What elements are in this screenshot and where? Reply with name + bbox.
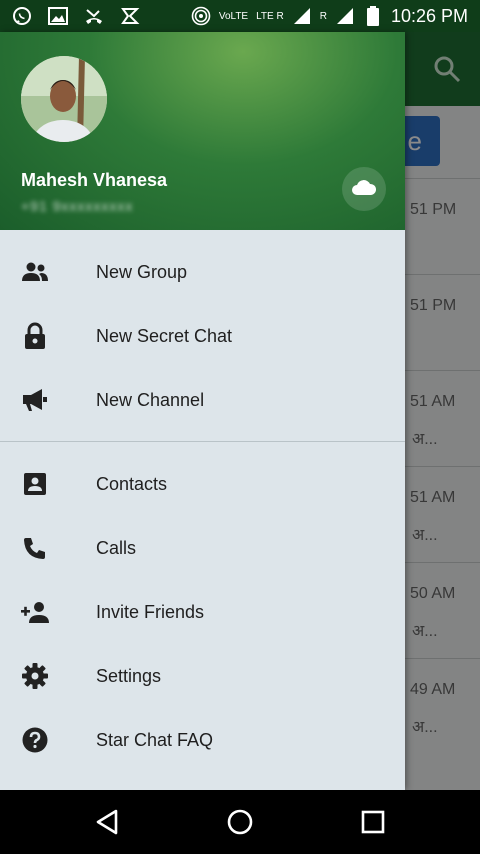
roaming-label: R [319,10,327,22]
status-bar: VoLTE LTE R R 10:26 PM [0,0,480,32]
menu-item-faq[interactable]: Star Chat FAQ [0,708,405,772]
lte-label: LTE R [256,10,284,22]
menu-item-new-secret-chat[interactable]: New Secret Chat [0,304,405,368]
menu-item-new-channel[interactable]: New Channel [0,368,405,432]
saved-messages-button[interactable] [342,167,386,211]
status-time: 10:26 PM [390,5,468,26]
missed-call-icon [84,6,104,26]
system-nav-bar [0,790,480,854]
avatar[interactable] [21,56,107,142]
signal-icon [292,6,312,26]
phone-icon [20,533,50,563]
menu-label: Invite Friends [96,601,205,622]
navigation-drawer: Mahesh Vhanesa +91 9xxxxxxxxx New Group … [0,32,405,790]
app-icon [120,6,140,26]
cloud-icon [351,178,377,201]
group-icon [20,257,50,287]
hotspot-icon [191,6,211,26]
gear-icon [20,661,50,691]
menu-label: Star Chat FAQ [96,729,214,750]
whatsapp-icon [12,6,32,26]
user-name: Mahesh Vhanesa [21,170,168,190]
menu-item-contacts[interactable]: Contacts [0,452,405,516]
contacts-icon [20,469,50,499]
lock-icon [20,321,50,351]
user-phone: +91 9xxxxxxxxx [21,198,134,214]
menu-label: New Secret Chat [96,325,233,346]
menu-item-calls[interactable]: Calls [0,516,405,580]
recent-apps-icon[interactable] [357,806,389,838]
back-icon[interactable] [91,806,123,838]
menu-item-new-group[interactable]: New Group [0,240,405,304]
volte-label: VoLTE [218,10,249,22]
menu-label: Contacts [96,473,168,494]
menu-item-settings[interactable]: Settings [0,644,405,708]
menu-label: New Group [96,261,188,282]
menu-label: Settings [96,665,162,686]
gallery-icon [48,6,68,26]
menu-item-invite-friends[interactable]: Invite Friends [0,580,405,644]
menu-label: New Channel [96,389,205,410]
battery-icon [363,6,383,26]
signal-icon [335,6,355,26]
drawer-menu: New Group New Secret Chat New Channel Co… [0,230,405,772]
drawer-header: Mahesh Vhanesa +91 9xxxxxxxxx [0,32,405,230]
menu-divider [0,441,405,442]
megaphone-icon [20,385,50,415]
home-icon[interactable] [224,806,256,838]
menu-label: Calls [96,537,137,558]
add-person-icon [20,597,50,627]
help-icon [20,725,50,755]
